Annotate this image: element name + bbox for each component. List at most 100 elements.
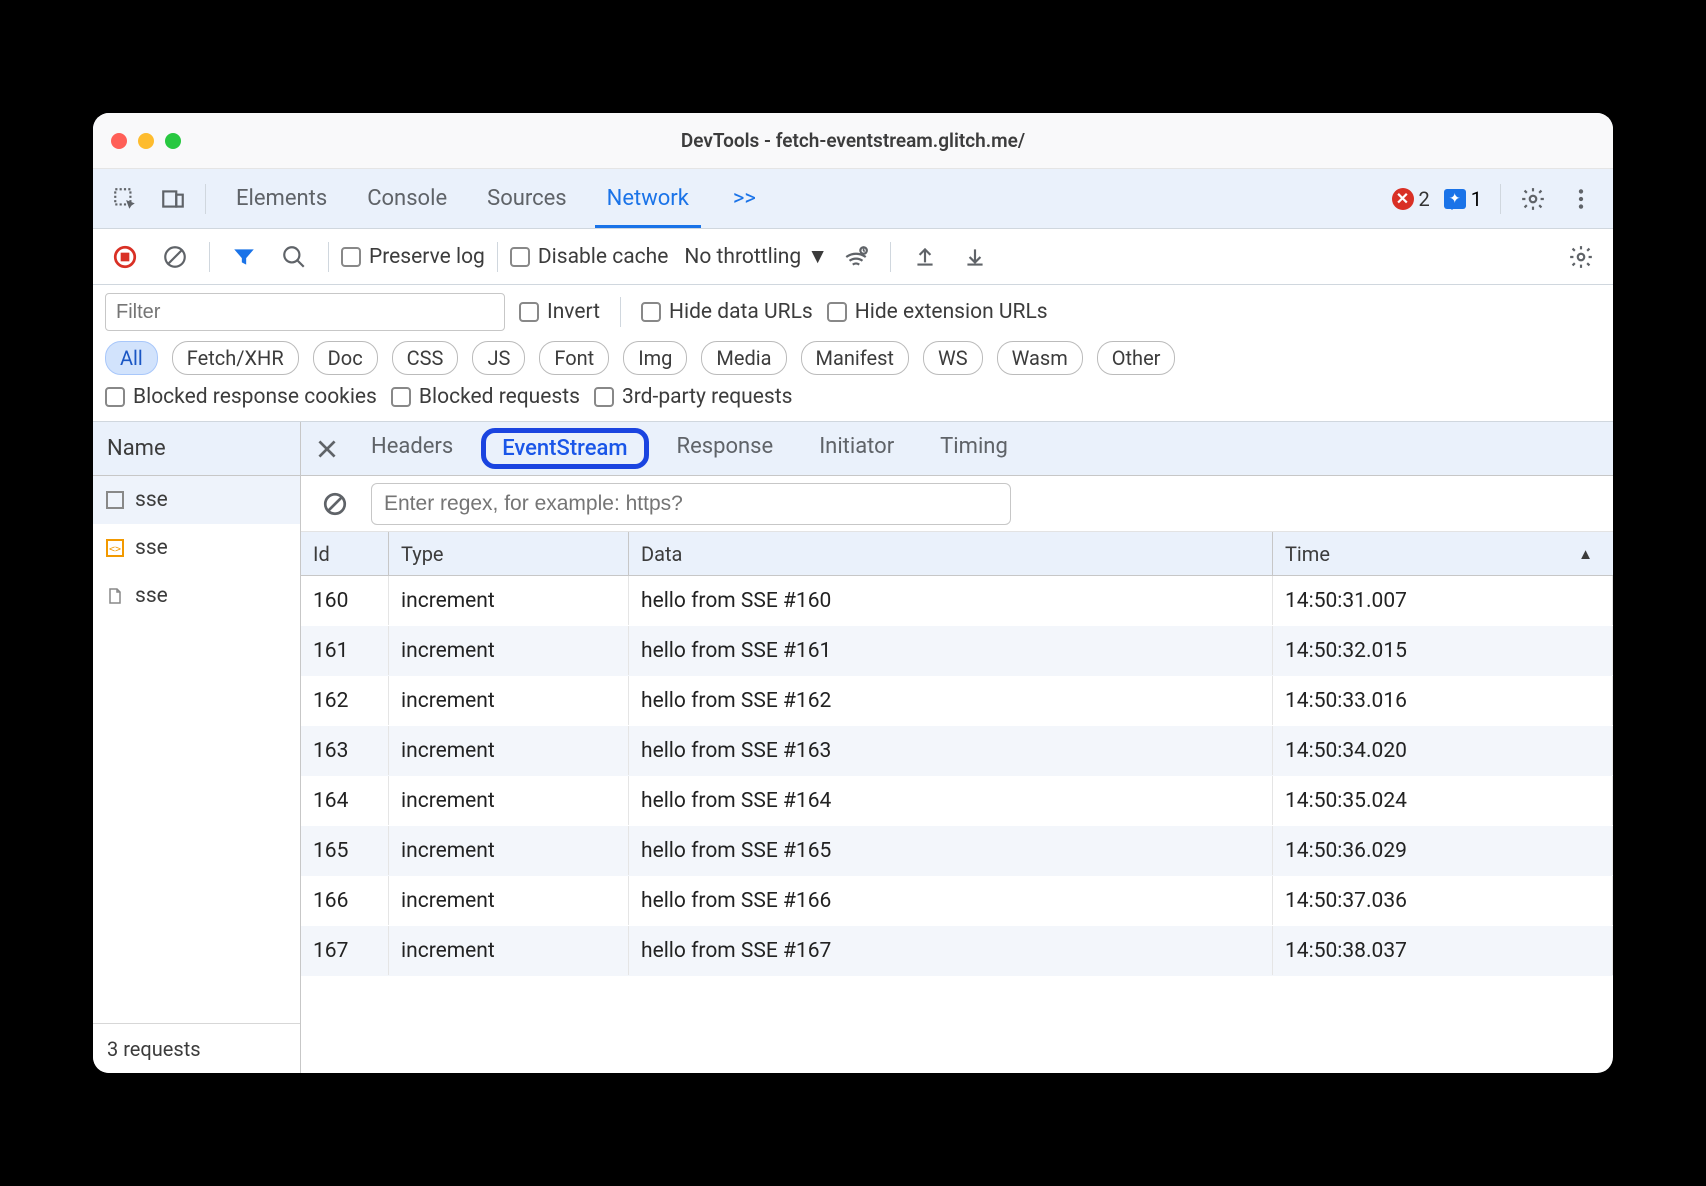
event-id: 162: [301, 676, 389, 725]
col-header-id[interactable]: Id: [301, 532, 389, 575]
event-time: 14:50:37.036: [1273, 876, 1613, 925]
request-row[interactable]: sse: [93, 476, 300, 524]
tab-console[interactable]: Console: [347, 169, 467, 228]
event-data: hello from SSE #162: [629, 676, 1273, 725]
network-conditions-icon[interactable]: [834, 235, 878, 279]
errors-count: 2: [1419, 187, 1430, 211]
throttling-select[interactable]: No throttling ▼: [684, 245, 828, 269]
event-data: hello from SSE #161: [629, 626, 1273, 675]
request-list: Name sse<>ssesse 3 requests: [93, 422, 301, 1073]
detail-tab-initiator[interactable]: Initiator: [801, 428, 912, 469]
event-time: 14:50:34.020: [1273, 726, 1613, 775]
errors-badge[interactable]: ✕ 2: [1392, 187, 1430, 211]
record-button[interactable]: [103, 235, 147, 279]
event-row[interactable]: 162incrementhello from SSE #16214:50:33.…: [301, 676, 1613, 726]
type-filter-ws[interactable]: WS: [923, 341, 983, 375]
filter-icon[interactable]: [222, 235, 266, 279]
clear-events-icon[interactable]: [313, 482, 357, 526]
event-data: hello from SSE #163: [629, 726, 1273, 775]
filter-bar: Invert Hide data URLs Hide extension URL…: [93, 285, 1613, 422]
more-tabs-button[interactable]: >>: [713, 169, 776, 228]
type-filter-font[interactable]: Font: [539, 341, 609, 375]
type-filter-img[interactable]: Img: [623, 341, 687, 375]
main-tabs: ElementsConsoleSourcesNetwork >> ✕ 2 ✦ 1: [93, 169, 1613, 229]
tab-sources[interactable]: Sources: [467, 169, 587, 228]
filter-input[interactable]: [105, 293, 505, 331]
col-header-data[interactable]: Data: [629, 532, 1273, 575]
event-time: 14:50:32.015: [1273, 626, 1613, 675]
event-data: hello from SSE #167: [629, 926, 1273, 975]
event-row[interactable]: 161incrementhello from SSE #16114:50:32.…: [301, 626, 1613, 676]
event-type: increment: [389, 826, 629, 875]
status-badges: ✕ 2 ✦ 1: [1392, 187, 1483, 211]
type-filter-css[interactable]: CSS: [392, 341, 459, 375]
event-id: 166: [301, 876, 389, 925]
blocked-cookies-checkbox[interactable]: Blocked response cookies: [105, 385, 377, 409]
event-type: increment: [389, 726, 629, 775]
type-filter-other[interactable]: Other: [1097, 341, 1176, 375]
event-row[interactable]: 167incrementhello from SSE #16714:50:38.…: [301, 926, 1613, 976]
svg-text:<>: <>: [109, 544, 121, 555]
type-filter-js[interactable]: JS: [472, 341, 525, 375]
event-table-header: Id Type Data Time ▲: [301, 532, 1613, 576]
hide-extension-urls-checkbox[interactable]: Hide extension URLs: [827, 300, 1048, 324]
detail-tab-headers[interactable]: Headers: [353, 428, 471, 469]
messages-badge[interactable]: ✦ 1: [1444, 187, 1482, 211]
event-id: 160: [301, 576, 389, 625]
kebab-menu-icon[interactable]: [1559, 177, 1603, 221]
type-filter-fetchxhr[interactable]: Fetch/XHR: [172, 341, 299, 375]
invert-checkbox[interactable]: Invert: [519, 300, 600, 324]
request-name: sse: [135, 488, 168, 512]
search-icon[interactable]: [272, 235, 316, 279]
device-toolbar-icon[interactable]: [151, 177, 195, 221]
tab-network[interactable]: Network: [587, 169, 709, 228]
disable-cache-checkbox[interactable]: Disable cache: [510, 245, 669, 269]
event-id: 164: [301, 776, 389, 825]
inspect-element-icon[interactable]: [103, 177, 147, 221]
type-filter-doc[interactable]: Doc: [313, 341, 378, 375]
devtools-window: DevTools - fetch-eventstream.glitch.me/ …: [93, 113, 1613, 1073]
event-type: increment: [389, 576, 629, 625]
hide-data-urls-checkbox[interactable]: Hide data URLs: [641, 300, 813, 324]
close-detail-icon[interactable]: [309, 427, 345, 471]
event-data: hello from SSE #164: [629, 776, 1273, 825]
type-filter-all[interactable]: All: [105, 341, 158, 375]
event-row[interactable]: 160incrementhello from SSE #16014:50:31.…: [301, 576, 1613, 626]
col-header-time[interactable]: Time ▲: [1273, 532, 1613, 575]
download-har-icon[interactable]: [953, 235, 997, 279]
detail-tab-eventstream[interactable]: EventStream: [481, 428, 648, 469]
request-list-header: Name: [93, 422, 300, 476]
event-id: 167: [301, 926, 389, 975]
event-row[interactable]: 163incrementhello from SSE #16314:50:34.…: [301, 726, 1613, 776]
request-row[interactable]: sse: [93, 572, 300, 620]
regex-filter-input[interactable]: [371, 483, 1011, 525]
detail-tab-timing[interactable]: Timing: [922, 428, 1026, 469]
event-type: increment: [389, 626, 629, 675]
event-data: hello from SSE #166: [629, 876, 1273, 925]
event-row[interactable]: 166incrementhello from SSE #16614:50:37.…: [301, 876, 1613, 926]
settings-icon[interactable]: [1511, 177, 1555, 221]
third-party-checkbox[interactable]: 3rd-party requests: [594, 385, 792, 409]
event-row[interactable]: 164incrementhello from SSE #16414:50:35.…: [301, 776, 1613, 826]
request-row[interactable]: <> sse: [93, 524, 300, 572]
network-settings-icon[interactable]: [1559, 235, 1603, 279]
sort-asc-icon: ▲: [1578, 545, 1593, 563]
clear-button[interactable]: [153, 235, 197, 279]
event-type: increment: [389, 876, 629, 925]
event-id: 161: [301, 626, 389, 675]
type-filter-wasm[interactable]: Wasm: [997, 341, 1083, 375]
type-filter-media[interactable]: Media: [701, 341, 786, 375]
col-header-type[interactable]: Type: [389, 532, 629, 575]
event-row[interactable]: 165incrementhello from SSE #16514:50:36.…: [301, 826, 1613, 876]
request-name: sse: [135, 536, 168, 560]
blocked-requests-checkbox[interactable]: Blocked requests: [391, 385, 580, 409]
preserve-log-checkbox[interactable]: Preserve log: [341, 245, 485, 269]
titlebar: DevTools - fetch-eventstream.glitch.me/: [93, 113, 1613, 169]
detail-tab-response[interactable]: Response: [659, 428, 792, 469]
request-name: sse: [135, 584, 168, 608]
tab-elements[interactable]: Elements: [216, 169, 347, 228]
request-type-icon: [105, 490, 125, 510]
type-filter-manifest[interactable]: Manifest: [801, 341, 909, 375]
event-id: 163: [301, 726, 389, 775]
upload-har-icon[interactable]: [903, 235, 947, 279]
